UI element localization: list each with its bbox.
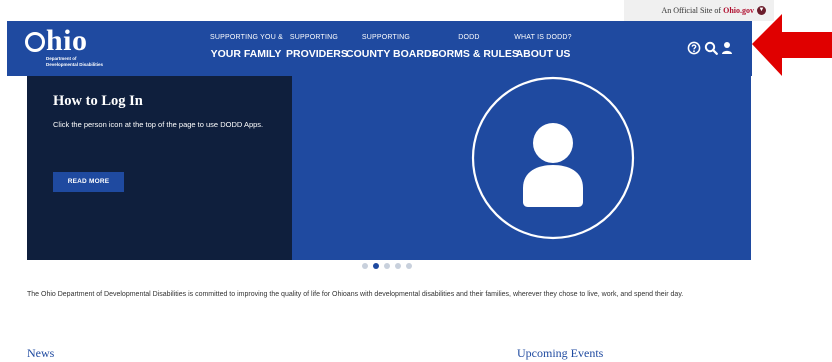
- official-site-prefix: An Official Site of: [661, 6, 724, 15]
- news-heading: News: [27, 346, 55, 360]
- annotation-arrow-icon: [752, 14, 832, 76]
- page: An Official Site of Ohio.gov ▼ hio Depar…: [0, 0, 832, 362]
- nav-item-county-boards[interactable]: SUPPORTING COUNTY BOARDS: [346, 34, 439, 60]
- carousel-dot-5[interactable]: [406, 263, 412, 269]
- nav-item-your-family[interactable]: SUPPORTING YOU & YOUR FAMILY: [210, 34, 283, 60]
- hero-text-panel: How to Log In Click the person icon at t…: [27, 76, 292, 260]
- nav-item-kicker: SUPPORTING: [361, 34, 411, 41]
- nav-item-label: PROVIDERS: [286, 48, 348, 60]
- nav-item-about-us[interactable]: WHAT IS DODD? ABOUT US: [512, 34, 574, 60]
- help-icon[interactable]: [687, 41, 701, 55]
- read-more-button[interactable]: READ MORE: [53, 172, 124, 192]
- nav-item-label: ABOUT US: [515, 48, 571, 60]
- nav-item-kicker: SUPPORTING YOU &: [210, 34, 283, 41]
- ohio-gov-link[interactable]: Ohio.gov: [723, 6, 754, 15]
- official-site-label[interactable]: An Official Site of Ohio.gov: [661, 6, 754, 15]
- nav-item-label: COUNTY BOARDS: [346, 48, 439, 60]
- hero-carousel: How to Log In Click the person icon at t…: [27, 76, 751, 260]
- upcoming-events-heading: Upcoming Events: [517, 346, 604, 360]
- nav-item-label: YOUR FAMILY: [210, 48, 282, 60]
- nav-item-kicker: WHAT IS DODD?: [514, 34, 572, 41]
- search-icon[interactable]: [704, 41, 718, 55]
- carousel-dot-1[interactable]: [362, 263, 368, 269]
- site-header: hio Department of Developmental Disabili…: [7, 21, 752, 76]
- hero-image-panel: [292, 76, 751, 260]
- nav-item-label: FORMS & RULES: [432, 48, 519, 60]
- logo-subtitle: Department of Developmental Disabilities: [46, 56, 103, 68]
- carousel-dot-4[interactable]: [395, 263, 401, 269]
- nav-item-providers[interactable]: SUPPORTING PROVIDERS: [286, 34, 348, 60]
- carousel-dot-3[interactable]: [384, 263, 390, 269]
- hero-title: How to Log In: [53, 93, 143, 109]
- user-icon[interactable]: [720, 41, 734, 55]
- logo-wordmark: hio: [25, 24, 103, 57]
- user-icon: [471, 76, 635, 240]
- dodd-logo[interactable]: hio Department of Developmental Disabili…: [25, 24, 103, 68]
- hero-description: Click the person icon at the top of the …: [53, 120, 264, 129]
- logo-subtitle-line2: Developmental Disabilities: [46, 62, 104, 67]
- logo-o-ring: [25, 32, 45, 52]
- official-site-bar: An Official Site of Ohio.gov ▼: [0, 0, 832, 21]
- logo-word: hio: [46, 24, 88, 57]
- carousel-dot-2[interactable]: [373, 263, 379, 269]
- intro-paragraph: The Ohio Department of Developmental Dis…: [27, 291, 684, 298]
- nav-item-kicker: SUPPORTING: [289, 34, 339, 41]
- nav-item-kicker: DODD: [458, 34, 480, 41]
- nav-item-forms-rules[interactable]: DODD FORMS & RULES: [432, 34, 519, 60]
